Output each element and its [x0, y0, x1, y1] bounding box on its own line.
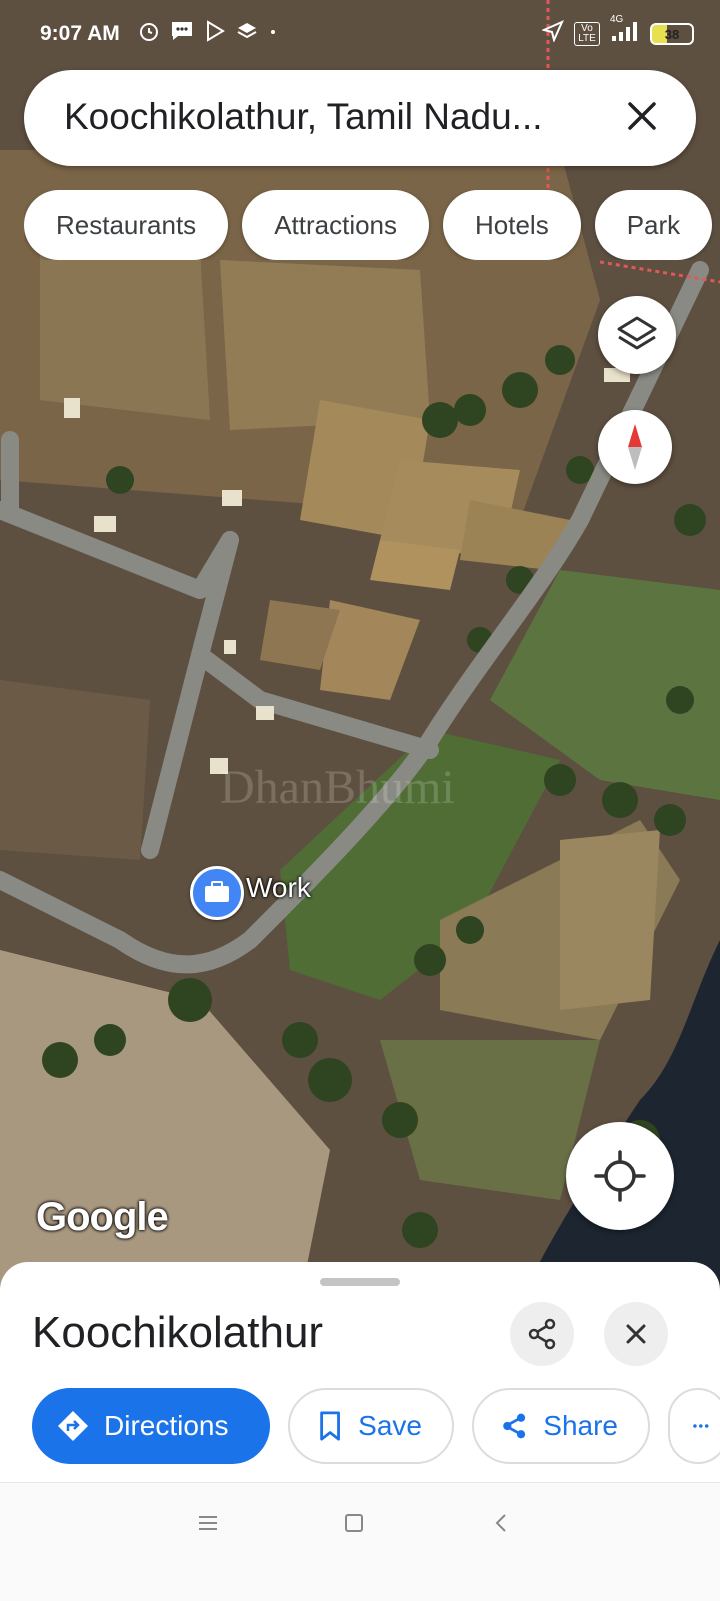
- work-pin-label: Work: [246, 872, 311, 903]
- place-sheet: Koochikolathur Directions Save Share: [0, 1262, 720, 1482]
- home-square-icon: [345, 1514, 363, 1532]
- share-icon-button[interactable]: [510, 1302, 574, 1366]
- more-button[interactable]: [668, 1388, 720, 1464]
- close-icon: [628, 102, 656, 130]
- location-arrow-icon: [540, 20, 564, 48]
- sheet-drag-handle[interactable]: [320, 1278, 400, 1286]
- back-chevron-icon: [495, 1514, 506, 1532]
- directions-label: Directions: [104, 1410, 229, 1441]
- layers-status-icon: [236, 20, 258, 48]
- play-store-icon: [204, 20, 226, 48]
- share-icon: [528, 1318, 556, 1350]
- save-label: Save: [358, 1410, 422, 1441]
- compass-button[interactable]: [598, 410, 672, 484]
- alarm-icon: [138, 20, 160, 48]
- chip-restaurants[interactable]: Restaurants: [24, 190, 229, 260]
- compass-icon: [628, 424, 642, 470]
- clear-search-button[interactable]: [620, 94, 664, 138]
- work-pin[interactable]: [190, 866, 244, 920]
- bookmark-icon: [320, 1411, 340, 1441]
- directions-icon: [58, 1411, 88, 1441]
- share-label: Share: [543, 1410, 618, 1441]
- search-bar[interactable]: Koochikolathur, Tamil Nadu...: [24, 70, 696, 166]
- place-title: Koochikolathur: [32, 1308, 324, 1357]
- dot-icon: [268, 20, 278, 48]
- close-sheet-button[interactable]: [604, 1302, 668, 1366]
- battery-icon: 38: [650, 23, 694, 45]
- watermark: DhanBhumi: [220, 761, 455, 814]
- briefcase-icon: [205, 881, 229, 902]
- status-bar: 9:07 AM Vo LTE 4G 38: [0, 0, 720, 66]
- layers-button[interactable]: [598, 296, 676, 374]
- volte-icon: Vo LTE: [574, 22, 600, 46]
- google-logo: Google: [36, 1195, 169, 1239]
- share-button[interactable]: Share: [472, 1388, 650, 1464]
- home-nav-button[interactable]: [342, 1511, 366, 1540]
- search-query[interactable]: Koochikolathur, Tamil Nadu...: [64, 96, 584, 138]
- more-icon: [693, 1424, 709, 1428]
- chip-attractions[interactable]: Attractions: [242, 190, 430, 260]
- back-nav-button[interactable]: [490, 1511, 514, 1540]
- my-location-button[interactable]: [566, 1122, 674, 1230]
- menu-icon: [199, 1516, 217, 1530]
- signal-icon: 4G: [610, 14, 640, 48]
- crosshair-icon: [594, 1150, 646, 1202]
- layers-icon: [617, 316, 657, 350]
- status-time: 9:07 AM: [40, 22, 120, 45]
- chip-hotels[interactable]: Hotels: [443, 190, 581, 260]
- directions-button[interactable]: Directions: [32, 1388, 270, 1464]
- category-chips: Restaurants Attractions Hotels Park: [24, 190, 720, 260]
- save-button[interactable]: Save: [288, 1388, 454, 1464]
- chip-park[interactable]: Park: [594, 190, 713, 260]
- system-nav-bar: [0, 1482, 720, 1601]
- share-icon: [503, 1413, 526, 1439]
- menu-nav-button[interactable]: [196, 1511, 220, 1540]
- message-icon: [170, 20, 194, 48]
- close-icon: [626, 1324, 646, 1344]
- network-type: 4G: [610, 14, 624, 25]
- action-buttons: Directions Save Share: [32, 1388, 720, 1466]
